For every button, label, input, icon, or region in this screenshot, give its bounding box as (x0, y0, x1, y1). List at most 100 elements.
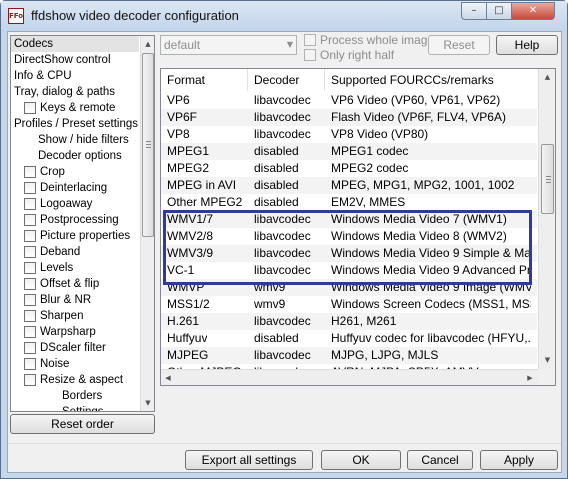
table-row[interactable]: Other MPEG2 disabled EM2V, MMES (161, 194, 537, 211)
sidebar-item[interactable]: DScaler filter (11, 340, 139, 356)
table-row[interactable]: MJPEG libavcodec MJPG, LJPG, MJLS (161, 347, 537, 364)
dialog-client-area: Settings Borders Resize & aspect Noise DScal… (7, 31, 562, 473)
sidebar-item[interactable]: Picture properties (11, 228, 139, 244)
sidebar-item-checkbox[interactable] (24, 358, 36, 370)
sidebar-item-checkbox[interactable] (24, 198, 36, 210)
bottom-separator (8, 443, 561, 444)
table-row[interactable]: MPEG2 disabled MPEG2 codec (161, 160, 537, 177)
sidebar-item[interactable]: Levels (11, 260, 139, 276)
column-header-fourccs[interactable]: Supported FOURCCs/remarks (325, 69, 539, 91)
column-header-decoder[interactable]: Decoder (248, 69, 325, 91)
sidebar-item-label: Decoder options (38, 150, 122, 162)
reset-button[interactable]: Reset (428, 35, 490, 55)
sidebar-item[interactable]: Crop (11, 164, 139, 180)
list-scroll-thumb[interactable] (541, 144, 554, 214)
preset-combobox[interactable]: default ▼ (160, 35, 297, 55)
list-scroll-up-icon[interactable]: ▲ (539, 69, 555, 85)
sidebar-item-checkbox[interactable] (24, 102, 36, 114)
ok-button[interactable]: OK (321, 450, 401, 470)
cell-format: H.261 (167, 314, 200, 328)
list-horizontal-scrollbar[interactable]: ◀ ▶ (161, 369, 538, 385)
sidebar-item[interactable]: Warpsharp (11, 324, 139, 340)
close-icon: ✕ (528, 5, 538, 16)
sidebar-item-checkbox[interactable] (24, 294, 36, 306)
sidebar-item-checkbox[interactable] (24, 182, 36, 194)
sidebar-item[interactable]: Deband (11, 244, 139, 260)
sidebar-item[interactable]: Show / hide filters (11, 132, 139, 148)
sidebar-item-checkbox[interactable] (24, 374, 36, 386)
sidebar-item[interactable]: Info & CPU (11, 68, 139, 84)
export-all-settings-button[interactable]: Export all settings (185, 450, 313, 470)
process-whole-image-option[interactable]: Process whole image (304, 33, 434, 48)
list-scroll-right-icon[interactable]: ▶ (523, 370, 537, 385)
sidebar-item-checkbox[interactable] (24, 262, 36, 274)
list-scroll-left-icon[interactable]: ◀ (161, 370, 175, 385)
process-whole-image-checkbox[interactable] (304, 34, 316, 46)
list-scroll-down-icon[interactable]: ▼ (539, 352, 555, 368)
sidebar-item[interactable]: Offset & flip (11, 276, 139, 292)
sidebar-item-label: Picture properties (40, 230, 131, 242)
process-whole-image-label: Process whole image (320, 33, 435, 47)
sidebar-item-checkbox[interactable] (24, 214, 36, 226)
scroll-up-icon[interactable]: ▲ (141, 36, 154, 52)
sidebar-item-checkbox[interactable] (24, 326, 36, 338)
wmv-highlight-box (163, 210, 532, 285)
sidebar-item-checkbox[interactable] (24, 246, 36, 258)
sidebar-item-label: Blur & NR (40, 294, 92, 306)
sidebar-item[interactable]: Noise (11, 356, 139, 372)
sidebar-item-label: Settings (62, 406, 104, 412)
table-row[interactable]: MPEG1 disabled MPEG1 codec (161, 143, 537, 160)
sidebar-item[interactable]: Codecs (11, 36, 139, 52)
sidebar-item[interactable]: DirectShow control (11, 52, 139, 68)
sidebar-item[interactable]: Profiles / Preset settings (11, 116, 139, 132)
list-vertical-scrollbar[interactable]: ▲ ▼ (538, 69, 555, 369)
sidebar-item[interactable]: Sharpen (11, 308, 139, 324)
column-header-format[interactable]: Format (161, 69, 248, 91)
sidebar-item[interactable]: Postprocessing (11, 212, 139, 228)
apply-button[interactable]: Apply (480, 450, 558, 470)
table-row[interactable]: Huffyuv disabled Huffyuv codec for libavco… (161, 330, 537, 347)
sidebar-item-label: Levels (40, 262, 74, 274)
cell-decoder: libavcodec (254, 127, 311, 141)
sidebar-item-label: Postprocessing (40, 214, 119, 226)
sidebar-item[interactable]: Deinterlacing (11, 180, 139, 196)
sidebar-item[interactable]: Keys & remote (11, 100, 139, 116)
sidebar-scrollbar[interactable]: ▲ ▼ (140, 36, 154, 411)
table-row[interactable]: H.261 libavcodec H261, M261 (161, 313, 537, 330)
sidebar-item-label: Codecs (14, 38, 53, 50)
only-right-half-option[interactable]: Only right half (304, 48, 434, 63)
sidebar-item[interactable]: Logoaway (11, 196, 139, 212)
cell-fourccs: MPEG1 codec (331, 144, 409, 158)
sidebar-scroll-thumb[interactable] (142, 53, 154, 237)
sidebar-item-checkbox[interactable] (24, 310, 36, 322)
cancel-button[interactable]: Cancel (407, 450, 473, 470)
chevron-down-icon: ▼ (286, 40, 293, 49)
title-bar[interactable]: FFo ffdshow video decoder configuration … (1, 1, 567, 31)
sidebar-item-checkbox[interactable] (24, 166, 36, 178)
help-button[interactable]: Help (496, 35, 558, 55)
cell-format: VP8 (167, 127, 190, 141)
table-row[interactable]: MSS1/2 wmv9 Windows Screen Codecs (MSS1, M… (161, 296, 537, 313)
table-row[interactable]: VP6F libavcodec Flash Video (VP6F, FLV4, V… (161, 109, 537, 126)
sidebar-item[interactable]: Resize & aspect (11, 372, 139, 388)
sidebar-item[interactable]: Borders (11, 388, 139, 404)
settings-tree[interactable]: Settings Borders Resize & aspect Noise DScal… (10, 35, 155, 412)
table-row[interactable]: VP6 libavcodec VP6 Video (VP60, VP61, VP62… (161, 92, 537, 109)
scroll-down-icon[interactable]: ▼ (141, 395, 154, 411)
only-right-half-checkbox[interactable] (304, 49, 316, 61)
table-row[interactable]: MPEG in AVI disabled MPEG, MPG1, MPG2, 100… (161, 177, 537, 194)
maximize-button[interactable]: □ (486, 2, 512, 20)
sidebar-item[interactable]: Decoder options (11, 148, 139, 164)
reset-order-button[interactable]: Reset order (10, 414, 155, 434)
cell-fourccs: MJPG, LJPG, MJLS (331, 348, 439, 362)
sidebar-item[interactable]: Blur & NR (11, 292, 139, 308)
cell-format: Huffyuv (167, 331, 208, 345)
sidebar-item-checkbox[interactable] (24, 230, 36, 242)
sidebar-item-checkbox[interactable] (24, 342, 36, 354)
sidebar-item-checkbox[interactable] (24, 278, 36, 290)
sidebar-item[interactable]: Settings (11, 404, 139, 412)
sidebar-item[interactable]: Tray, dialog & paths (11, 84, 139, 100)
minimize-button[interactable]: – (461, 2, 487, 20)
close-button[interactable]: ✕ (511, 2, 555, 20)
table-row[interactable]: VP8 libavcodec VP8 Video (VP80) (161, 126, 537, 143)
